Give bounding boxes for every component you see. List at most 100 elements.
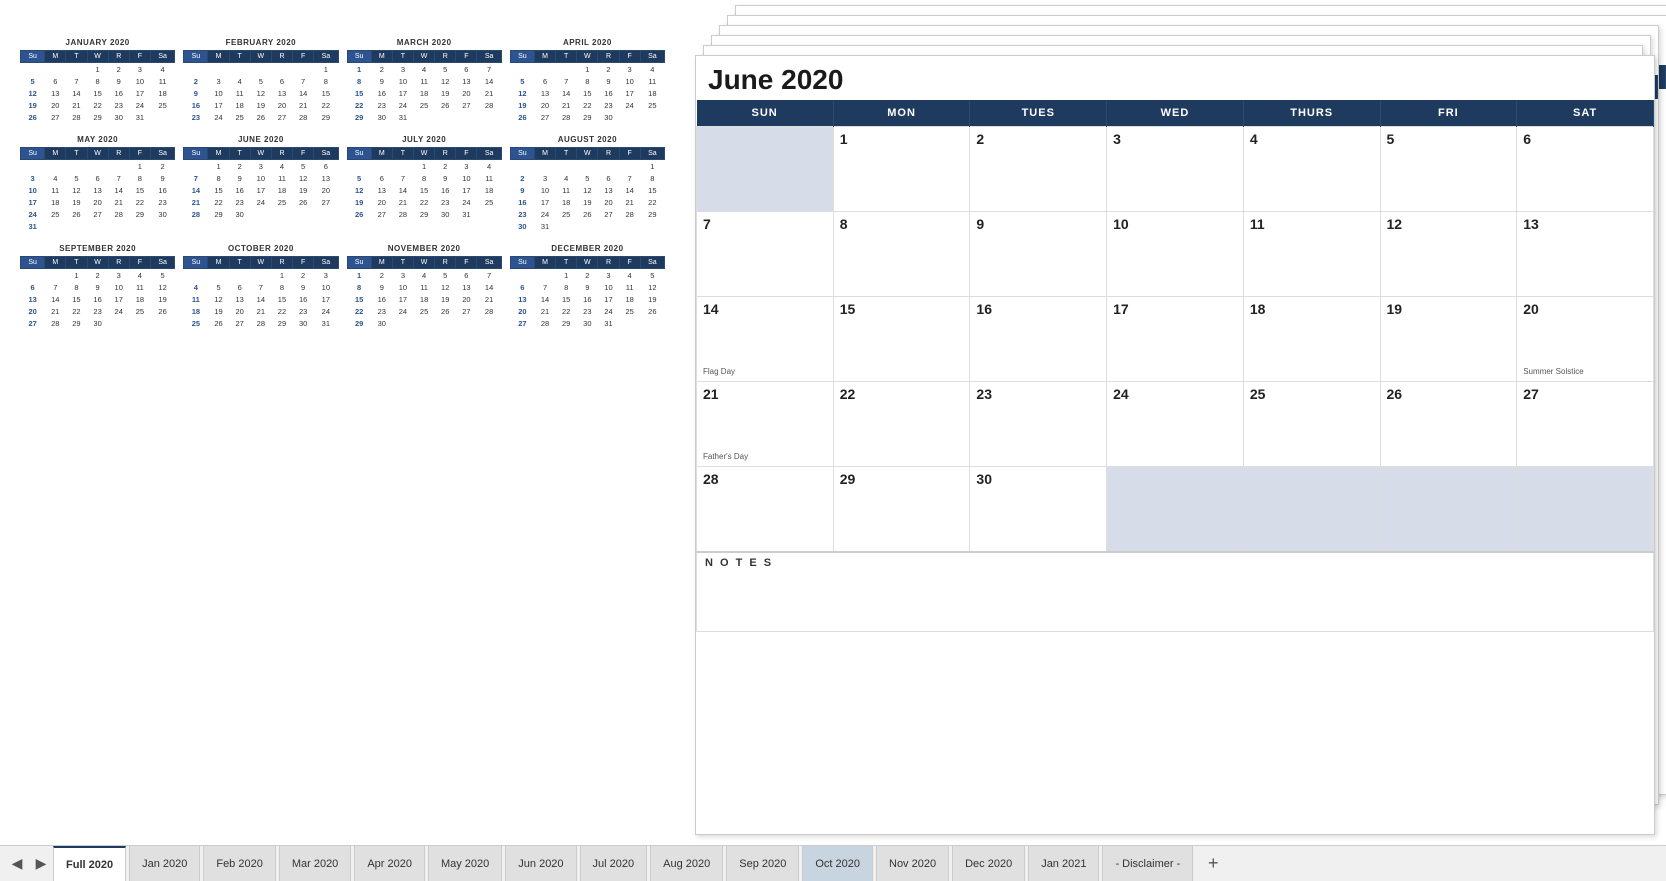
mini-cal-day: 17 — [108, 293, 129, 305]
mini-cal-day: 19 — [347, 196, 371, 208]
tab-item[interactable]: Jan 2021 — [1028, 846, 1099, 881]
tab-item[interactable]: Sep 2020 — [726, 846, 799, 881]
mini-cal-day: 9 — [371, 281, 392, 293]
mini-cal-day: 18 — [414, 293, 435, 305]
mini-cal-day — [45, 63, 66, 76]
mini-cal-table: SuMTWRFSa1234567891011121314151617181920… — [183, 50, 338, 123]
mini-cal-day: 6 — [271, 75, 292, 87]
mini-cal-day: 30 — [108, 111, 129, 123]
mini-cal-day: 13 — [371, 184, 392, 196]
mini-cal-day-header: Sa — [150, 148, 174, 160]
mini-cal-day: 18 — [45, 196, 66, 208]
mini-cal-day-header: Sa — [314, 51, 338, 63]
mini-cal-day: 23 — [577, 305, 598, 317]
mini-cal-day: 1 — [314, 63, 338, 76]
mini-cal-day-header: W — [577, 257, 598, 269]
mini-cal-day: 25 — [184, 317, 208, 329]
mini-cal-day: 1 — [208, 160, 229, 173]
mini-cal-day: 5 — [435, 269, 456, 282]
mini-calendar: JANUARY 2020SuMTWRFSa1234567891011121314… — [20, 38, 175, 123]
mini-cal-day-header: W — [250, 257, 271, 269]
mini-cal-day: 28 — [477, 99, 501, 111]
june-day-cell: 7 — [697, 212, 834, 297]
mini-cal-day: 21 — [45, 305, 66, 317]
mini-cal-day-header: M — [208, 148, 229, 160]
mini-cal-title: JANUARY 2020 — [20, 38, 175, 47]
tab-item[interactable]: Apr 2020 — [354, 846, 425, 881]
mini-cal-day: 12 — [435, 281, 456, 293]
tab-item[interactable]: Nov 2020 — [876, 846, 949, 881]
tab-item[interactable]: Aug 2020 — [650, 846, 723, 881]
mini-cal-day — [250, 269, 271, 282]
mini-cal-day: 15 — [314, 87, 338, 99]
june-day-cell: 15 — [833, 297, 970, 382]
tab-item[interactable]: Jul 2020 — [580, 846, 648, 881]
mini-cal-day: 16 — [435, 184, 456, 196]
mini-cal-day: 5 — [640, 269, 664, 282]
tab-item[interactable]: May 2020 — [428, 846, 502, 881]
mini-cal-day: 15 — [347, 293, 371, 305]
mini-cal-day: 23 — [229, 196, 250, 208]
mini-cal-title: OCTOBER 2020 — [183, 244, 338, 253]
tab-nav-right[interactable]: ▶ — [29, 846, 53, 881]
mini-cal-day: 6 — [21, 281, 45, 293]
mini-cal-day: 2 — [150, 160, 174, 173]
mini-cal-day: 4 — [640, 63, 664, 76]
june-day-number: 25 — [1250, 386, 1266, 402]
mini-cal-day-header: M — [45, 51, 66, 63]
mini-cal-day: 20 — [314, 184, 338, 196]
mini-cal-day: 14 — [477, 281, 501, 293]
tab-nav-left[interactable]: ◀ — [5, 846, 29, 881]
mini-cal-day: 23 — [293, 305, 314, 317]
june-day-header: TUES — [970, 100, 1107, 127]
mini-cal-day: 4 — [477, 160, 501, 173]
mini-cal-day: 12 — [640, 281, 664, 293]
mini-cal-day: 23 — [371, 99, 392, 111]
mini-cal-day: 4 — [184, 281, 208, 293]
tab-add-button[interactable]: + — [1199, 846, 1227, 881]
mini-cal-day: 5 — [510, 75, 534, 87]
mini-cal-day: 11 — [477, 172, 501, 184]
mini-cal-day: 20 — [371, 196, 392, 208]
mini-cal-day: 3 — [619, 63, 640, 76]
mini-cal-day: 2 — [371, 269, 392, 282]
mini-cal-day: 28 — [45, 317, 66, 329]
mini-cal-day: 6 — [456, 269, 477, 282]
tab-item[interactable]: Feb 2020 — [203, 846, 275, 881]
mini-cal-day: 28 — [619, 208, 640, 220]
mini-cal-day: 17 — [456, 184, 477, 196]
tab-item[interactable]: Oct 2020 — [802, 846, 873, 881]
mini-cal-day — [184, 160, 208, 173]
june-day-number: 26 — [1387, 386, 1403, 402]
tab-item[interactable]: Full 2020 — [53, 846, 126, 881]
mini-cal-day: 5 — [150, 269, 174, 282]
june-notes-label: N O T E S — [705, 557, 1645, 569]
mini-cal-day — [45, 269, 66, 282]
mini-cal-day: 10 — [129, 75, 150, 87]
tab-item[interactable]: Mar 2020 — [279, 846, 351, 881]
tab-item[interactable]: - Disclaimer - — [1102, 846, 1193, 881]
tab-item[interactable]: Jun 2020 — [505, 846, 576, 881]
mini-cal-day: 30 — [229, 208, 250, 220]
mini-cal-title: DECEMBER 2020 — [510, 244, 665, 253]
mini-cal-day: 9 — [510, 184, 534, 196]
tab-item[interactable]: Dec 2020 — [952, 846, 1025, 881]
mini-cal-day: 6 — [598, 172, 619, 184]
mini-cal-day: 1 — [577, 63, 598, 76]
mini-cal-day: 2 — [598, 63, 619, 76]
mini-cal-day: 24 — [598, 305, 619, 317]
mini-cal-day: 2 — [229, 160, 250, 173]
june-day-number: 1 — [840, 131, 848, 147]
mini-cal-day: 9 — [229, 172, 250, 184]
mini-calendar: AUGUST 2020SuMTWRFSa12345678910111213141… — [510, 135, 665, 232]
mini-cal-day: 4 — [556, 172, 577, 184]
mini-cal-table: SuMTWRFSa1234567891011121314151617181920… — [20, 256, 175, 329]
mini-cal-day-header: W — [87, 51, 108, 63]
mini-cal-day-header: T — [556, 148, 577, 160]
mini-cal-day-header: F — [293, 257, 314, 269]
mini-cal-day — [640, 111, 664, 123]
tab-item[interactable]: Jan 2020 — [129, 846, 200, 881]
mini-cal-day: 11 — [619, 281, 640, 293]
mini-cal-day: 18 — [556, 196, 577, 208]
mini-cal-day: 17 — [250, 184, 271, 196]
